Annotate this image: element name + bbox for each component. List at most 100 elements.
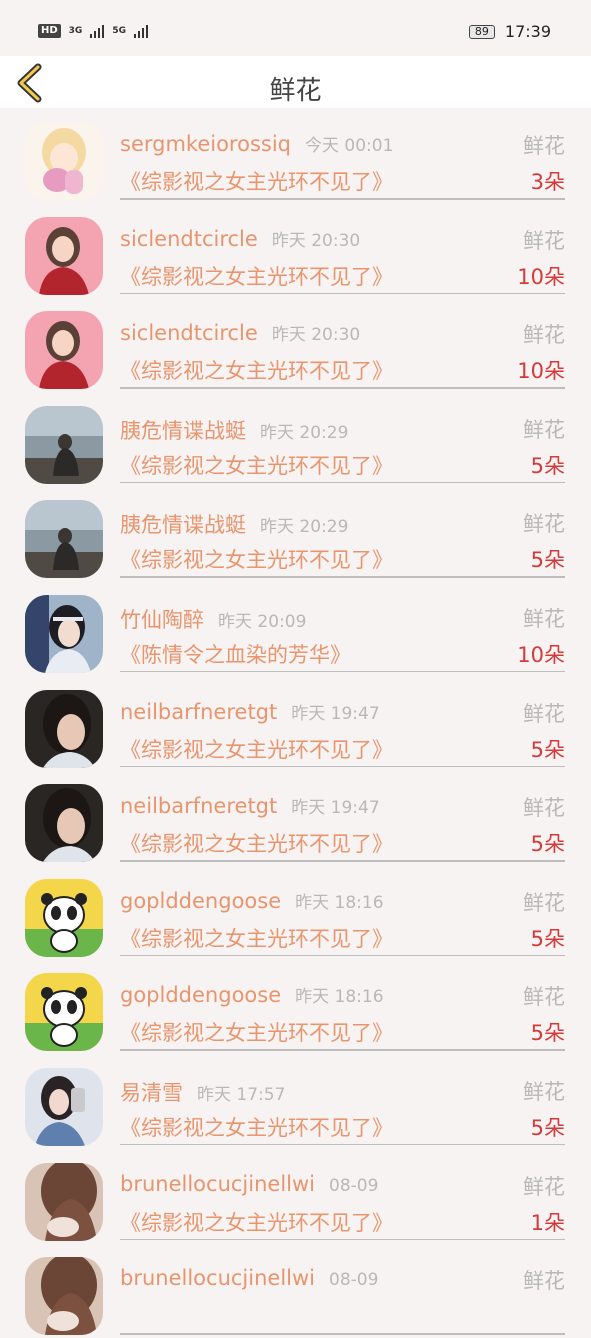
gift-record-row[interactable]: siclendtcircle 昨天 20:30 鲜花《综影视之女主光环不见了》 10朵 [0,297,591,392]
book-title-link[interactable]: 《综影视之女主光环不见了》 [120,1112,393,1142]
gift-record-row[interactable]: brunellocucjinellwi 08-09 鲜花 《综影视之女主光环不见了》 1… [0,1149,591,1244]
book-title-link[interactable]: 《综影视之女主光环不见了》 [120,450,393,480]
username-text: neilbarfneretgt [120,699,278,724]
gift-type-label: 鲜花 [523,228,565,253]
gift-type-label: 鲜花 [523,512,565,537]
timestamp: 昨天 17:57 [197,1084,286,1105]
divider [120,576,565,578]
username[interactable]: sergmkeiorossiq 今天 00:01 [120,131,393,156]
username-text: goplddengoose [120,983,282,1008]
divider [120,1049,565,1051]
username[interactable]: goplddengoose 昨天 18:16 [120,888,384,913]
avatar[interactable] [25,594,103,673]
gift-record-row[interactable]: sergmkeiorossiq 今天 00:01 鲜花 《综影视之女主光环不见了》 3朵 [0,108,591,203]
timestamp: 今天 00:01 [305,136,394,156]
username[interactable]: 胰危情谍战蜓 昨天 20:29 [120,509,348,539]
gift-type-label: 鲜花 [523,1174,565,1199]
book-title-link[interactable]: 《综影视之女主光环不见了》 [120,734,393,764]
gift-record-row[interactable]: goplddengoose 昨天 18:16 鲜花《综影视之女主光环不见了》 5朵 [0,865,591,960]
gift-record-row[interactable]: siclendtcircle 昨天 20:30 鲜花《综影视之女主光环不见了》 10朵 [0,203,591,298]
username-text: siclendtcircle [120,226,258,251]
avatar[interactable] [25,973,103,1052]
timestamp: 昨天 20:30 [271,325,361,346]
gift-type-label: 鲜花 [523,1079,565,1104]
book-title-link[interactable]: 《综影视之女主光环不见了》 [120,1017,393,1047]
gift-type-label: 鲜花 [523,323,565,348]
flower-count: 5朵 [530,737,565,762]
flower-count: 5朵 [530,832,565,857]
gift-record-row[interactable]: 胰危情谍战蜓 昨天 20:29 鲜花《综影视之女主光环不见了》 5朵 [0,486,591,581]
divider [120,1238,565,1241]
divider [120,1333,565,1335]
book-title-link[interactable]: 《综影视之女主光环不见了》 [120,1207,393,1237]
divider [120,387,565,389]
username-text: brunellocucjinellwi [120,1171,315,1196]
username[interactable]: 易清雪 昨天 17:57 [120,1077,285,1107]
gift-type-label: 鲜花 [523,134,565,158]
book-title-link[interactable]: 《综影视之女主光环不见了》 [120,355,393,385]
timestamp: 08-09 [329,1175,379,1196]
username-text: 竹仙陶醉 [120,607,204,632]
username[interactable]: brunellocucjinellwi 08-09 [120,1172,378,1196]
timestamp: 昨天 20:09 [218,611,307,632]
timestamp: 昨天 20:29 [260,422,349,443]
avatar[interactable] [25,311,103,390]
avatar[interactable] [25,1067,103,1146]
username-text: 易清雪 [120,1080,183,1105]
timestamp: 昨天 18:16 [295,892,384,913]
username[interactable]: 胰危情谍战蜓 昨天 20:29 [120,415,348,445]
book-title-link[interactable]: 《综影视之女主光环不见了》 [120,544,393,574]
gift-record-row[interactable]: 易清雪 昨天 17:57 鲜花 《综影视之女主光环不见了》 5朵 [0,1054,591,1149]
book-title-link[interactable]: 《综影视之女主光环不见了》 [120,923,393,953]
timestamp: 08-09 [329,1270,379,1291]
avatar[interactable] [25,689,103,768]
flower-count: 10朵 [517,642,565,667]
avatar[interactable] [25,784,103,863]
flower-count: 10朵 [517,359,565,384]
divider [120,954,565,957]
username-text: siclendtcircle [120,321,258,346]
avatar[interactable] [25,122,103,200]
avatar[interactable] [25,405,103,484]
avatar[interactable] [25,878,103,957]
gift-record-row[interactable]: 竹仙陶醉 昨天 20:09 鲜花 《陈情令之血染的芳华》 10朵 [0,581,591,676]
username[interactable]: goplddengoose 昨天 18:16 [120,982,384,1007]
username[interactable]: siclendtcircle 昨天 20:30 [120,226,360,251]
divider [120,765,565,768]
divider [120,481,565,484]
sim2-label: 5G [112,26,126,36]
gift-type-label: 鲜花 [523,890,565,915]
flower-count: 5朵 [530,1021,565,1046]
avatar[interactable] [25,500,103,579]
sim1-label: 3G [68,26,83,36]
username[interactable]: 竹仙陶醉 昨天 20:09 [120,604,306,634]
flower-count: 5朵 [530,926,565,951]
gift-type-label: 鲜花 [523,1269,565,1294]
gift-record-row[interactable]: 胰危情谍战蜓 昨天 20:29 鲜花 《综影视之女主光环不见了》 5朵 [0,392,591,487]
flower-count: 5朵 [530,548,565,573]
gift-record-row[interactable]: brunellocucjinellwi 08-09 鲜花 [0,1243,591,1338]
book-title-link[interactable]: 《综影视之女主光环不见了》 [120,261,393,291]
network-indicators: HD 3G 5G [38,24,148,38]
avatar[interactable] [25,1257,103,1336]
book-title-link[interactable]: 《陈情令之血染的芳华》 [120,639,351,669]
book-title-link[interactable]: 《综影视之女主光环不见了》 [120,828,393,858]
username-text: sergmkeiorossiq [120,132,291,156]
username-text: neilbarfneretgt [120,794,278,819]
divider [120,1143,565,1146]
username[interactable]: neilbarfneretgt 昨天 19:47 [120,793,380,818]
avatar[interactable] [25,1162,103,1241]
gift-type-label: 鲜花 [523,985,565,1010]
book-title-link[interactable]: 《综影视之女主光环不见了》 [120,166,393,196]
username[interactable]: neilbarfneretgt 昨天 19:47 [120,699,380,724]
gift-record-row[interactable]: goplddengoose 昨天 18:16 鲜花《综影视之女主光环不见了》 5朵 [0,959,591,1054]
avatar[interactable] [25,216,103,295]
gift-record-row[interactable]: neilbarfneretgt 昨天 19:47 鲜花 《综影视之女主光环不见了》 5朵 [0,676,591,771]
username[interactable]: brunellocucjinellwi 08-09 [120,1266,378,1290]
timestamp: 昨天 20:30 [271,230,361,251]
status-right: 89 17:39 [468,22,551,41]
username-text: brunellocucjinellwi [120,1266,315,1291]
flower-count: 10朵 [517,264,565,289]
gift-record-row[interactable]: neilbarfneretgt 昨天 19:47 鲜花 《综影视之女主光环不见了》 5朵 [0,770,591,865]
username[interactable]: siclendtcircle 昨天 20:30 [120,320,360,345]
